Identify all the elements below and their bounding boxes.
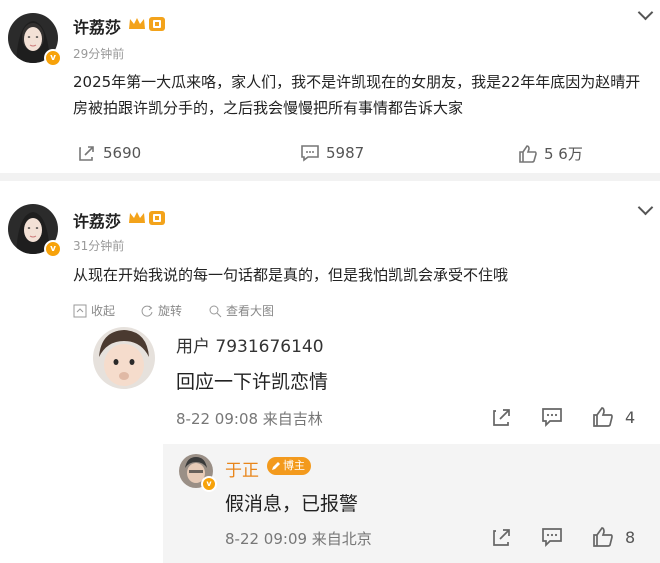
post-text: 2025年第一大瓜来咯，家人们，我不是许凯现在的女朋友，我是22年年底因为赵晴开…: [73, 73, 641, 117]
post-image[interactable]: 用户 7931676140 回应一下许凯恋情 8-22 09:08 来自吉林 4…: [73, 322, 660, 563]
post-text: 从现在开始我说的每一句话都是真的，但是我怕凯凯会承受不住哦: [73, 266, 509, 284]
reply-user-name[interactable]: 于正: [225, 456, 259, 481]
reply-like-button[interactable]: 8: [591, 526, 635, 548]
crown-icon: [128, 210, 146, 230]
collapse-button[interactable]: 收起: [73, 302, 115, 319]
reply-meta: 8-22 09:09 来自北京: [225, 530, 372, 548]
level-badge-icon: [148, 210, 166, 230]
reply-like-button[interactable]: 4: [591, 406, 635, 428]
author-name[interactable]: 许荔莎: [73, 14, 121, 38]
edit-icon: [272, 462, 280, 470]
comment-icon[interactable]: [541, 526, 563, 552]
post-card-1: v 许荔莎 29分钟前 2025年第一大瓜来咯，家人们，我不是许凯现在的女朋友，…: [0, 0, 660, 173]
magnify-icon: [209, 305, 222, 317]
like-button[interactable]: 5 6万: [518, 143, 583, 164]
level-badge-icon: [148, 16, 166, 36]
thumbs-up-icon: [593, 527, 613, 547]
share-icon: [79, 146, 94, 161]
share-icon[interactable]: [491, 406, 513, 432]
author-name[interactable]: 许荔莎: [73, 208, 121, 232]
share-icon[interactable]: [491, 526, 513, 552]
like-count: 5 6万: [544, 145, 583, 163]
v-badge-icon: v: [201, 476, 217, 492]
thumbs-up-icon: [519, 144, 537, 163]
v-badge-icon: v: [44, 240, 62, 258]
thumbs-up-icon: [593, 407, 613, 427]
reply-text: 回应一下许凯恋情: [176, 371, 329, 393]
comment-button[interactable]: 5987: [300, 143, 364, 163]
post-card-2: v 许荔莎 31分钟前 从现在开始我说的每一句话都是真的，但是我怕凯凯会承受不住…: [0, 181, 660, 563]
chevron-down-icon[interactable]: [637, 199, 654, 216]
rotate-button[interactable]: 旋转: [140, 302, 182, 319]
crown-icon: [128, 16, 146, 36]
post-time: 31分钟前: [73, 239, 125, 253]
reply-user-name[interactable]: 用户 7931676140: [176, 332, 324, 357]
repost-button[interactable]: 5690: [77, 143, 141, 163]
baby-avatar: [93, 327, 155, 389]
v-badge-icon: v: [44, 49, 62, 67]
view-large-button[interactable]: 查看大图: [208, 302, 274, 319]
repost-count: 5690: [103, 144, 142, 162]
rotate-icon: [141, 305, 153, 317]
reply-like-count: 8: [625, 527, 636, 547]
reply-text: 假消息，已报警: [225, 493, 359, 515]
post-time: 29分钟前: [73, 47, 125, 61]
comment-icon[interactable]: [541, 406, 563, 432]
reply-like-count: 4: [625, 407, 636, 427]
comment-count: 5987: [326, 144, 365, 162]
chevron-down-icon[interactable]: [637, 4, 654, 21]
reply-meta: 8-22 09:08 来自吉林: [176, 410, 323, 428]
collapse-icon: [73, 304, 87, 317]
comment-icon: [301, 145, 319, 162]
blogger-badge: 博主: [267, 457, 311, 475]
